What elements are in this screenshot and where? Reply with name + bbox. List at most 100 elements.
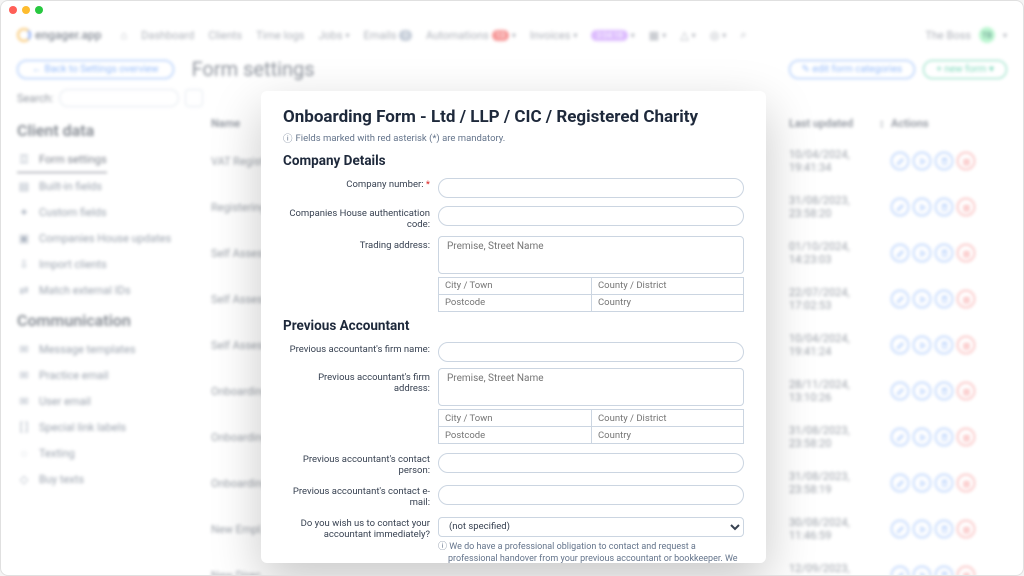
sidebar-item-templates[interactable]: ✉Message templates bbox=[17, 336, 185, 362]
play-icon[interactable] bbox=[913, 244, 931, 262]
nav-clients[interactable]: Clients bbox=[208, 29, 242, 42]
min-dot[interactable] bbox=[22, 6, 30, 14]
nav-dashboard[interactable]: Dashboard bbox=[141, 29, 194, 42]
edit-icon[interactable] bbox=[891, 520, 909, 538]
copy-icon[interactable] bbox=[935, 244, 953, 262]
delete-icon[interactable] bbox=[957, 520, 975, 538]
delete-icon[interactable] bbox=[957, 428, 975, 446]
copy-icon[interactable] bbox=[935, 520, 953, 538]
edit-icon[interactable] bbox=[891, 566, 909, 576]
play-icon[interactable] bbox=[913, 382, 931, 400]
user-menu-caret[interactable]: ▾ bbox=[1003, 31, 1007, 40]
delete-icon[interactable] bbox=[957, 198, 975, 216]
sidebar-item-user-email[interactable]: ✉User email bbox=[17, 388, 185, 414]
copy-icon[interactable] bbox=[935, 566, 953, 576]
play-icon[interactable] bbox=[913, 520, 931, 538]
nav-automations[interactable]: Automations 13 ▾ bbox=[426, 29, 516, 42]
brand-text: engager.app bbox=[35, 28, 102, 42]
edit-icon[interactable] bbox=[891, 198, 909, 216]
help-icon[interactable]: ◎ ▾ bbox=[710, 29, 727, 42]
row-actions bbox=[891, 290, 1001, 308]
edit-icon[interactable] bbox=[891, 428, 909, 446]
timer-pill[interactable]: 3:04:18 ▾ bbox=[591, 30, 634, 41]
copy-icon[interactable] bbox=[935, 198, 953, 216]
sidebar-item-import[interactable]: ⇩Import clients bbox=[17, 251, 185, 277]
nav-jobs[interactable]: Jobs ▾ bbox=[318, 29, 349, 42]
sidebar-item-form-settings[interactable]: ☲Form settings bbox=[17, 146, 107, 173]
input-trading-city[interactable] bbox=[438, 277, 591, 295]
copy-icon[interactable] bbox=[935, 290, 953, 308]
edit-categories-button[interactable]: ✎ edit form categories bbox=[789, 60, 916, 79]
play-icon[interactable] bbox=[913, 474, 931, 492]
copy-icon[interactable] bbox=[935, 382, 953, 400]
row-name: New Direc… bbox=[211, 569, 789, 576]
input-trading-county[interactable] bbox=[591, 277, 744, 295]
delete-icon[interactable] bbox=[957, 566, 975, 576]
sidebar-item-practice-email[interactable]: ✉Practice email bbox=[17, 362, 185, 388]
avatar[interactable]: TB bbox=[979, 27, 995, 43]
input-prev-country[interactable] bbox=[591, 426, 744, 444]
copy-icon[interactable] bbox=[935, 152, 953, 170]
delete-icon[interactable] bbox=[957, 382, 975, 400]
copy-icon[interactable] bbox=[935, 336, 953, 354]
delete-icon[interactable] bbox=[957, 152, 975, 170]
play-icon[interactable] bbox=[913, 566, 931, 576]
edit-icon[interactable] bbox=[891, 336, 909, 354]
nav-timelogs[interactable]: Time logs bbox=[256, 29, 304, 42]
play-icon[interactable] bbox=[913, 152, 931, 170]
logo[interactable]: engager.app bbox=[17, 28, 102, 42]
form-icon: ☲ bbox=[17, 152, 31, 166]
input-prev-postcode[interactable] bbox=[438, 426, 591, 444]
edit-icon[interactable] bbox=[891, 290, 909, 308]
sidebar-item-texting[interactable]: ◌Texting bbox=[17, 440, 185, 466]
delete-icon[interactable] bbox=[957, 336, 975, 354]
sidebar-item-builtin[interactable]: ▤Built-in fields bbox=[17, 173, 185, 199]
sidebar-item-ch-updates[interactable]: ▣Companies House updates bbox=[17, 225, 185, 251]
home-icon[interactable]: ⌂ bbox=[121, 29, 128, 42]
play-icon[interactable] bbox=[913, 428, 931, 446]
search-icon[interactable]: ⌕ bbox=[740, 28, 746, 42]
play-icon[interactable] bbox=[913, 336, 931, 354]
input-trading-postcode[interactable] bbox=[438, 294, 591, 312]
max-dot[interactable] bbox=[35, 6, 43, 14]
input-prev-premise[interactable] bbox=[438, 368, 744, 406]
input-prev-city[interactable] bbox=[438, 409, 591, 427]
input-trading-country[interactable] bbox=[591, 294, 744, 312]
copy-icon[interactable] bbox=[935, 428, 953, 446]
close-dot[interactable] bbox=[9, 6, 17, 14]
input-ch-auth[interactable] bbox=[438, 206, 744, 226]
sidebar-item-special-links[interactable]: [ ]Special link labels bbox=[17, 414, 185, 440]
sidebar-item-custom[interactable]: ✦Custom fields bbox=[17, 199, 185, 225]
input-prev-firm[interactable] bbox=[438, 342, 744, 362]
play-icon[interactable] bbox=[913, 198, 931, 216]
sort-icon[interactable]: ↕ bbox=[879, 117, 891, 130]
delete-icon[interactable] bbox=[957, 474, 975, 492]
input-prev-email[interactable] bbox=[438, 485, 744, 505]
input-company-number[interactable] bbox=[438, 178, 744, 198]
input-trading-premise[interactable] bbox=[438, 236, 744, 274]
row-updated: 31/08/2023, 23:58:20 bbox=[789, 194, 879, 220]
search-input[interactable] bbox=[59, 89, 179, 107]
play-icon[interactable] bbox=[913, 290, 931, 308]
row-updated: 31/08/2023, 23:58:19 bbox=[789, 470, 879, 496]
new-form-button[interactable]: + new form ▾ bbox=[923, 60, 1007, 79]
nav-emails[interactable]: Emails 0 bbox=[364, 29, 412, 42]
delete-icon[interactable] bbox=[957, 290, 975, 308]
grid-icon[interactable]: ▦ ▾ bbox=[649, 29, 666, 42]
input-prev-county[interactable] bbox=[591, 409, 744, 427]
edit-icon[interactable] bbox=[891, 152, 909, 170]
sidebar-item-buy-texts[interactable]: ◇Buy texts bbox=[17, 466, 185, 492]
edit-icon[interactable] bbox=[891, 382, 909, 400]
bell-icon[interactable]: △ ▾ bbox=[680, 29, 695, 42]
input-prev-contact[interactable] bbox=[438, 453, 744, 473]
select-contact-immediately[interactable]: (not specified) bbox=[438, 517, 744, 537]
edit-icon[interactable] bbox=[891, 474, 909, 492]
col-updated[interactable]: Last updated bbox=[789, 117, 879, 130]
nav-invoices[interactable]: Invoices ▾ bbox=[530, 29, 578, 42]
sidebar-item-match[interactable]: ⇄Match external IDs bbox=[17, 277, 185, 303]
copy-icon[interactable] bbox=[935, 474, 953, 492]
back-button[interactable]: ← Back to Settings overview bbox=[17, 60, 174, 79]
search-filter-icon[interactable] bbox=[185, 89, 203, 107]
edit-icon[interactable] bbox=[891, 244, 909, 262]
delete-icon[interactable] bbox=[957, 244, 975, 262]
